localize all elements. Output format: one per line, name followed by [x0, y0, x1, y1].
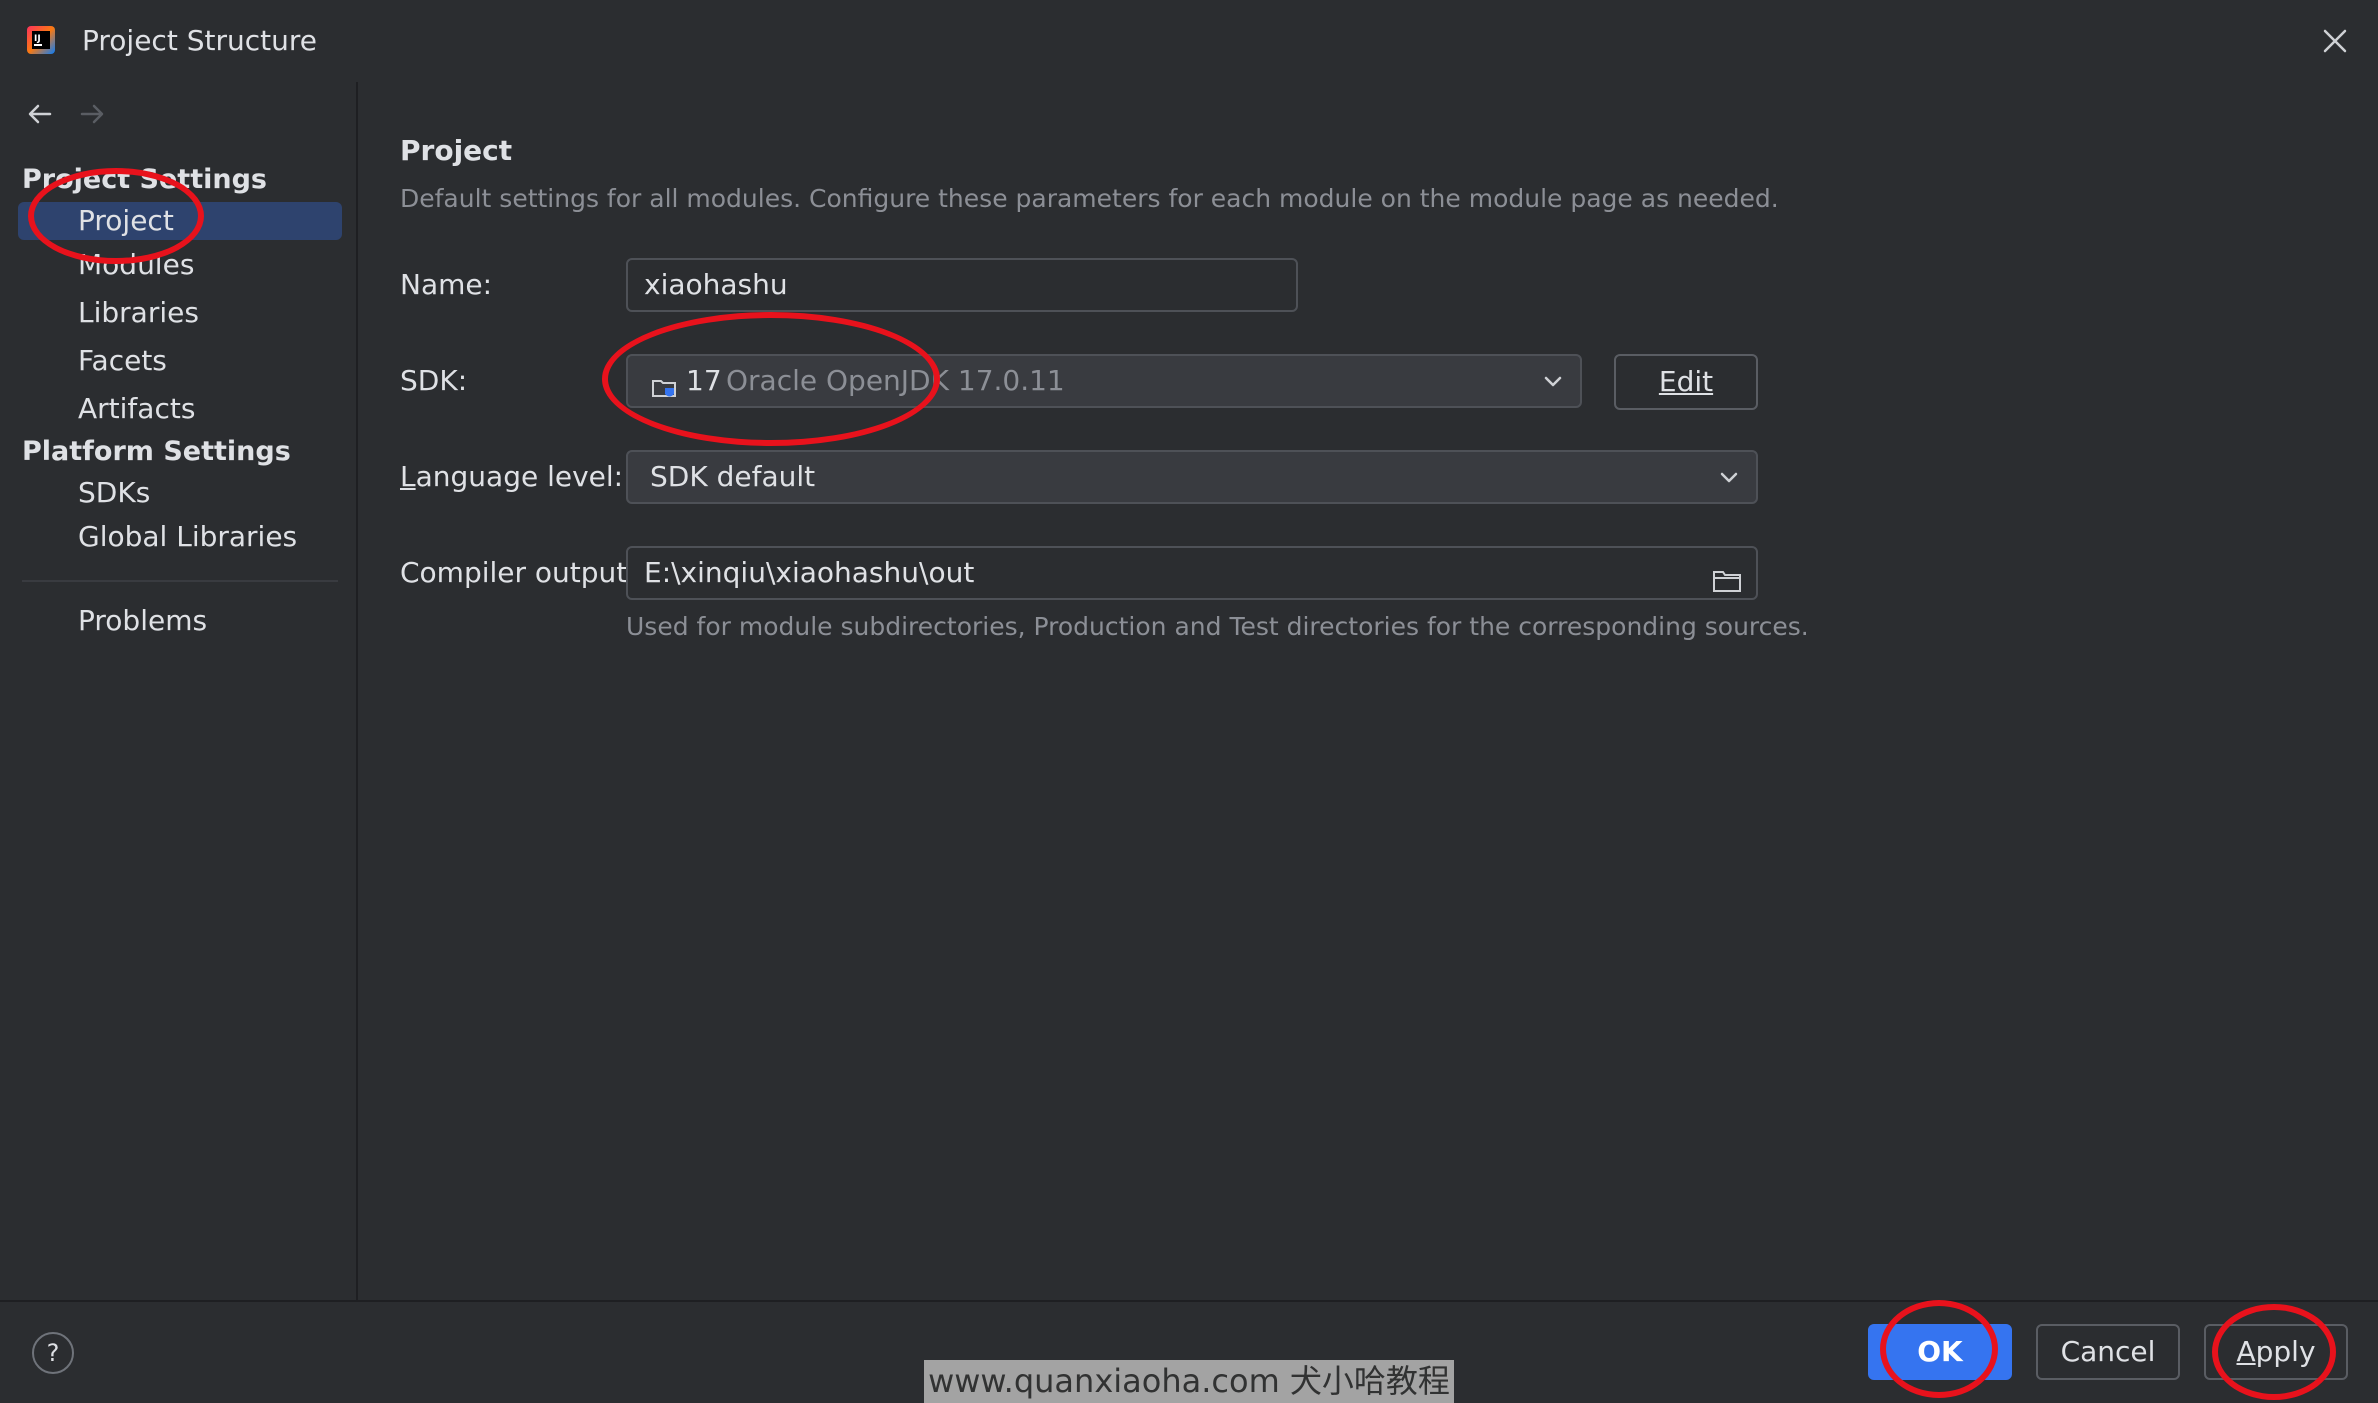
sidebar-item-sdks[interactable]: SDKs	[18, 474, 342, 512]
sdk-name: Oracle OpenJDK 17.0.11	[726, 364, 1065, 397]
ok-button[interactable]: OK	[1868, 1324, 2012, 1380]
sidebar-item-libraries[interactable]: Libraries	[18, 294, 342, 332]
sdk-version: 17	[686, 364, 722, 397]
navigation-arrows	[26, 100, 106, 136]
dialog-title: Project Structure	[82, 24, 317, 57]
help-button[interactable]: ?	[32, 1332, 74, 1374]
back-button[interactable]	[26, 100, 54, 128]
sidebar-item-facets[interactable]: Facets	[18, 342, 342, 380]
language-level-dropdown[interactable]: SDK default	[626, 450, 1758, 504]
panel-title: Project	[400, 134, 513, 167]
project-settings-panel: Project Default settings for all modules…	[360, 82, 2378, 1300]
sdk-label: SDK:	[400, 364, 468, 397]
sidebar-divider	[22, 580, 338, 582]
panel-description: Default settings for all modules. Config…	[400, 184, 1779, 213]
intellij-idea-icon: IJ	[26, 25, 56, 55]
close-icon	[2323, 29, 2347, 53]
title-bar: IJ Project Structure	[0, 0, 2378, 82]
folder-icon	[1713, 571, 1741, 592]
dialog-footer: ? www.quanxiaoha.com 犬小哈教程 OK Cancel App…	[0, 1300, 2378, 1403]
name-label: Name:	[400, 268, 493, 301]
chevron-down-icon	[1720, 472, 1738, 483]
apply-button[interactable]: Apply	[2204, 1324, 2348, 1380]
sidebar-item-global-libraries[interactable]: Global Libraries	[18, 518, 342, 556]
sdk-folder-icon	[650, 368, 678, 397]
platform-settings-header: Platform Settings	[22, 436, 291, 467]
apply-label-text: pply	[2255, 1335, 2316, 1368]
svg-text:IJ: IJ	[34, 34, 41, 44]
cancel-button[interactable]: Cancel	[2036, 1324, 2180, 1380]
watermark: www.quanxiaoha.com 犬小哈教程	[924, 1360, 1454, 1403]
edit-sdk-button[interactable]: Edit	[1614, 354, 1758, 410]
language-level-mnemonic: L	[400, 460, 416, 493]
edit-button-label: Edit	[1658, 365, 1714, 398]
language-level-value: SDK default	[650, 460, 816, 493]
language-level-label-text: anguage level:	[415, 460, 624, 493]
compiler-output-input[interactable]: E:\xinqiu\xiaohashu\out	[626, 546, 1758, 600]
compiler-output-label: Compiler output:	[400, 556, 637, 589]
compiler-output-hint: Used for module subdirectories, Producti…	[626, 612, 1809, 641]
apply-mnemonic: A	[2236, 1335, 2256, 1368]
compiler-output-value: E:\xinqiu\xiaohashu\out	[644, 556, 975, 589]
forward-button[interactable]	[78, 100, 106, 128]
sdk-dropdown[interactable]: 17 Oracle OpenJDK 17.0.11	[626, 354, 1582, 408]
language-level-label: Language level:	[400, 450, 623, 504]
project-structure-dialog: IJ Project Structure Project Settings Pr…	[0, 0, 2378, 1403]
name-input[interactable]: xiaohashu	[626, 258, 1298, 312]
sidebar-item-artifacts[interactable]: Artifacts	[18, 390, 342, 428]
sidebar-item-modules[interactable]: Modules	[18, 246, 342, 284]
sidebar-item-problems[interactable]: Problems	[18, 602, 342, 640]
browse-folder-button[interactable]	[1712, 560, 1742, 610]
chevron-down-icon	[1544, 376, 1562, 387]
sidebar-item-project[interactable]: Project	[18, 202, 342, 240]
sidebar: Project Settings Project Modules Librari…	[0, 82, 358, 1300]
arrow-left-icon	[28, 104, 52, 124]
project-settings-header: Project Settings	[22, 164, 267, 195]
close-button[interactable]	[2314, 20, 2356, 62]
arrow-right-icon	[80, 104, 104, 124]
